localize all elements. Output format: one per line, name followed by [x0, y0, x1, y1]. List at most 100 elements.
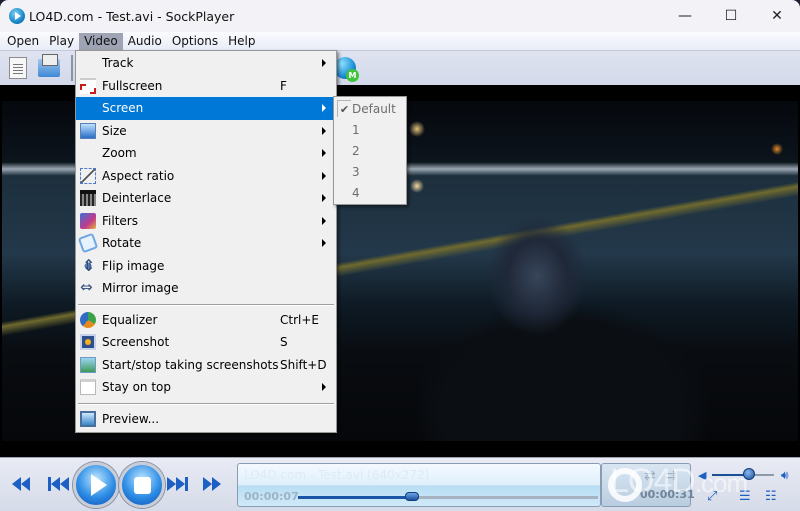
screen-option-4[interactable]: 4 — [334, 182, 406, 203]
close-button[interactable]: ✕ — [754, 0, 800, 32]
next-icon-part — [176, 477, 185, 491]
submenu-item-label: 1 — [352, 122, 360, 137]
menu-video[interactable]: Video — [79, 32, 123, 50]
menu-item-filters[interactable]: Filters — [76, 210, 336, 233]
menu-item-label: Size — [102, 123, 127, 138]
open-media-button[interactable] — [36, 54, 62, 81]
menu-item-shortcut: S — [280, 335, 288, 350]
menu-item-label: Zoom — [102, 146, 137, 161]
menu-item-start-stop-screenshots[interactable]: Start/stop taking screenshots Shift+D — [76, 354, 336, 377]
menu-help[interactable]: Help — [223, 33, 260, 50]
mirror-icon — [80, 278, 96, 296]
aspect-ratio-icon — [80, 167, 96, 184]
submenu-item-label: 3 — [352, 164, 360, 179]
submenu-arrow-icon — [322, 239, 326, 248]
menu-separator — [76, 300, 336, 309]
menu-item-track[interactable]: Track — [76, 52, 336, 75]
previous-button[interactable] — [48, 476, 69, 492]
stay-on-top-icon — [80, 379, 96, 395]
menu-item-label: Equalizer — [102, 312, 158, 327]
previous-icon-part — [51, 477, 60, 491]
rewind-button[interactable] — [12, 476, 30, 492]
menu-item-label: Screenshot — [102, 335, 170, 350]
toolbar-separator — [71, 55, 73, 81]
menu-open[interactable]: Open — [2, 33, 44, 50]
settings-panel-icon[interactable]: ☷ — [765, 489, 777, 504]
menu-options[interactable]: Options — [167, 33, 223, 50]
preview-icon — [80, 410, 96, 427]
playlist-icon[interactable]: ☰ — [739, 489, 751, 504]
menu-item-screen[interactable]: Screen — [76, 97, 336, 120]
menu-item-preview[interactable]: Preview... — [76, 408, 336, 431]
menu-play[interactable]: Play — [44, 33, 79, 50]
menu-audio[interactable]: Audio — [123, 33, 167, 50]
rewind-icon-part — [21, 477, 30, 491]
menu-item-stay-on-top[interactable]: Stay on top — [76, 376, 336, 399]
menu-item-equalizer[interactable]: Equalizer Ctrl+E — [76, 309, 336, 332]
fast-forward-icon-part — [212, 477, 221, 491]
menu-item-rotate[interactable]: Rotate — [76, 232, 336, 255]
menu-item-mirror-image[interactable]: Mirror image — [76, 277, 336, 300]
minimize-button[interactable]: — — [662, 0, 708, 32]
screen-submenu: ✔ Default 1 2 3 4 — [333, 96, 407, 205]
seek-fill — [298, 496, 412, 499]
stop-button[interactable] — [119, 462, 165, 508]
size-icon — [80, 122, 96, 139]
next-button[interactable] — [167, 476, 188, 492]
menu-item-label: Start/stop taking screenshots — [102, 357, 279, 372]
screen-option-3[interactable]: 3 — [334, 161, 406, 182]
rotate-icon — [77, 232, 99, 254]
menu-item-label: Filters — [102, 213, 138, 228]
menu-separator — [76, 399, 336, 408]
sockplayer-window: LO4D.com - Test.avi - SockPlayer — ☐ ✕ O… — [0, 0, 800, 511]
volume-low-icon[interactable]: ◀ — [698, 469, 706, 482]
screen-option-1[interactable]: 1 — [334, 119, 406, 140]
menu-item-zoom[interactable]: Zoom — [76, 142, 336, 165]
menu-item-screenshot[interactable]: Screenshot S — [76, 331, 336, 354]
seek-thumb[interactable] — [405, 492, 419, 501]
window-title: LO4D.com - Test.avi - SockPlayer — [29, 8, 235, 24]
play-button[interactable] — [73, 462, 119, 508]
screen-option-default[interactable]: ✔ Default — [334, 98, 406, 119]
next-icon — [167, 477, 176, 491]
submenu-arrow-icon — [322, 59, 326, 68]
screen-option-2[interactable]: 2 — [334, 140, 406, 161]
loop-icon[interactable]: ⇉ — [665, 468, 677, 484]
shuffle-icon[interactable]: ⇄ — [644, 468, 656, 484]
menu-item-label: Aspect ratio — [102, 168, 175, 183]
control-bar: LO4D.com - Test.avi (640x272) 00:00:07 ⇄… — [0, 457, 800, 511]
submenu-arrow-icon — [322, 149, 326, 158]
volume-slider[interactable] — [712, 468, 774, 480]
current-time: 00:00:07 — [244, 490, 299, 503]
menu-item-fullscreen[interactable]: Fullscreen F — [76, 75, 336, 98]
media-title: LO4D.com - Test.avi (640x272) — [244, 468, 430, 482]
submenu-arrow-icon — [322, 126, 326, 135]
menu-item-label: Deinterlace — [102, 191, 172, 206]
submenu-item-label: 4 — [352, 185, 360, 200]
open-file-button[interactable] — [5, 55, 31, 81]
seek-bar[interactable] — [298, 492, 598, 501]
document-icon — [9, 57, 27, 79]
submenu-arrow-icon — [322, 194, 326, 203]
stop-icon — [133, 476, 151, 494]
menu-item-label: Preview... — [102, 411, 160, 426]
next-icon-part — [185, 477, 188, 491]
menu-item-size[interactable]: Size — [76, 120, 336, 143]
menu-item-label: Stay on top — [102, 380, 172, 395]
volume-thumb[interactable] — [743, 468, 756, 480]
menu-item-label: Track — [102, 56, 134, 71]
menu-item-label: Rotate — [102, 236, 142, 251]
clapperboard-folder-icon — [38, 54, 60, 77]
maximize-button[interactable]: ☐ — [708, 0, 754, 32]
checkmark-icon: ✔ — [337, 100, 351, 117]
menu-item-label: Fullscreen — [102, 78, 163, 93]
menu-item-shortcut: Shift+D — [280, 357, 327, 372]
rewind-icon — [12, 477, 21, 491]
repeat-icon[interactable] — [608, 468, 642, 502]
volume-high-icon[interactable]: 🔊︎ — [781, 468, 789, 483]
menu-item-deinterlace[interactable]: Deinterlace — [76, 187, 336, 210]
menu-item-aspect-ratio[interactable]: Aspect ratio — [76, 165, 336, 188]
fullscreen-toggle-icon[interactable]: ⤢ — [707, 489, 717, 504]
fast-forward-button[interactable] — [203, 476, 221, 492]
menu-item-flip-image[interactable]: Flip image — [76, 255, 336, 278]
